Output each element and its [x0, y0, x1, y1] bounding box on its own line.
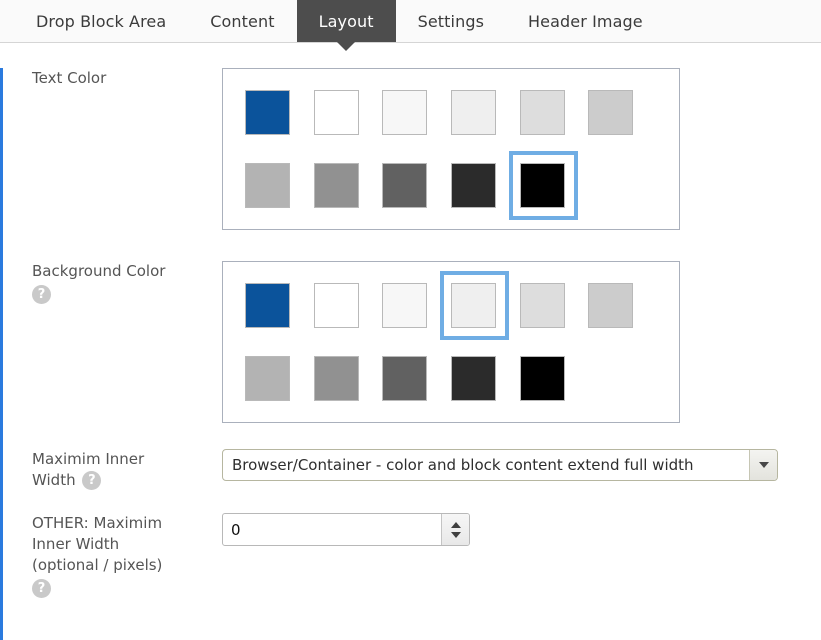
select-selected-value: Browser/Container - color and block cont… — [223, 450, 749, 480]
swatch-cell-empty — [588, 162, 657, 209]
tab-settings[interactable]: Settings — [396, 0, 506, 42]
swatch-cell-white[interactable] — [314, 282, 383, 329]
field-max-inner-width: Maximim Inner Width ? Browser/Container … — [3, 449, 821, 491]
background-color-label: Background Color ? — [3, 261, 222, 304]
swatch-row — [245, 162, 657, 209]
swatch-cell-silver[interactable] — [588, 89, 657, 136]
label-text: Text Color — [32, 69, 106, 87]
tab-label: Layout — [319, 12, 374, 31]
background-color-swatch-panel — [222, 261, 680, 423]
tab-layout[interactable]: Layout — [297, 0, 396, 42]
layout-settings-panel: Text Color — [0, 68, 821, 640]
color-swatch[interactable] — [382, 163, 427, 208]
label-text-line3: (optional / pixels) — [32, 556, 162, 574]
stepper-buttons — [441, 514, 469, 545]
max-inner-width-select[interactable]: Browser/Container - color and block cont… — [222, 449, 778, 481]
label-text: Background Color — [32, 262, 165, 280]
swatch-cell-near-white[interactable] — [382, 282, 451, 329]
swatch-cell-gray-400[interactable] — [245, 162, 314, 209]
swatch-cell-silver[interactable] — [588, 282, 657, 329]
color-swatch[interactable] — [451, 283, 496, 328]
other-max-inner-width-label: OTHER: Maximim Inner Width (optional / p… — [3, 513, 222, 598]
text-color-label: Text Color — [3, 68, 222, 89]
tab-label: Settings — [418, 12, 484, 31]
other-max-inner-width-stepper[interactable] — [222, 513, 470, 546]
caret-up-icon — [451, 522, 461, 528]
help-icon[interactable]: ? — [32, 579, 51, 598]
tab-bar: Drop Block Area Content Layout Settings … — [0, 0, 821, 43]
text-color-swatch-panel — [222, 68, 680, 230]
tab-content[interactable]: Content — [188, 0, 296, 42]
field-background-color: Background Color ? — [3, 261, 821, 423]
stepper-increment-button[interactable] — [442, 514, 469, 530]
color-swatch[interactable] — [451, 90, 496, 135]
swatch-cell-black-selected[interactable] — [520, 162, 589, 209]
select-dropdown-button[interactable] — [749, 450, 777, 480]
swatch-cell-lighter-gray[interactable] — [451, 89, 520, 136]
tab-label: Drop Block Area — [36, 12, 166, 31]
tab-label: Header Image — [528, 12, 643, 31]
label-text-line1: Maximim Inner — [32, 450, 144, 468]
swatch-cell-gray-500[interactable] — [314, 355, 383, 402]
color-swatch[interactable] — [245, 283, 290, 328]
swatch-row — [245, 355, 657, 402]
caret-down-icon — [451, 532, 461, 538]
swatch-cell-empty — [588, 355, 657, 402]
swatch-cell-gray-400[interactable] — [245, 355, 314, 402]
color-swatch[interactable] — [382, 283, 427, 328]
swatch-cell-gray-500[interactable] — [314, 162, 383, 209]
color-swatch[interactable] — [314, 283, 359, 328]
swatch-cell-white[interactable] — [314, 89, 383, 136]
tab-label: Content — [210, 12, 274, 31]
color-swatch[interactable] — [314, 356, 359, 401]
swatch-cell-blue[interactable] — [245, 89, 314, 136]
swatch-cell-gray-800[interactable] — [451, 355, 520, 402]
swatch-cell-blue[interactable] — [245, 282, 314, 329]
color-swatch[interactable] — [451, 163, 496, 208]
swatch-cell-gray-600[interactable] — [382, 162, 451, 209]
swatch-row — [245, 89, 657, 136]
tab-header-image[interactable]: Header Image — [506, 0, 665, 42]
color-swatch[interactable] — [245, 90, 290, 135]
color-swatch[interactable] — [588, 283, 633, 328]
color-swatch[interactable] — [314, 90, 359, 135]
stepper-decrement-button[interactable] — [442, 530, 469, 546]
field-text-color: Text Color — [3, 68, 821, 230]
other-max-inner-width-input[interactable] — [223, 514, 441, 545]
swatch-cell-light-gray[interactable] — [520, 89, 589, 136]
color-swatch[interactable] — [520, 356, 565, 401]
swatch-row — [245, 282, 657, 329]
swatch-cell-black[interactable] — [520, 355, 589, 402]
color-swatch[interactable] — [520, 163, 565, 208]
color-swatch[interactable] — [245, 163, 290, 208]
field-other-max-inner-width: OTHER: Maximim Inner Width (optional / p… — [3, 513, 821, 598]
color-swatch[interactable] — [520, 283, 565, 328]
tab-drop-block-area[interactable]: Drop Block Area — [14, 0, 188, 42]
swatch-cell-gray-600[interactable] — [382, 355, 451, 402]
color-swatch[interactable] — [520, 90, 565, 135]
color-swatch[interactable] — [382, 356, 427, 401]
swatch-cell-lighter-gray-selected[interactable] — [451, 282, 520, 329]
chevron-down-icon — [759, 462, 769, 468]
color-swatch[interactable] — [451, 356, 496, 401]
color-swatch[interactable] — [382, 90, 427, 135]
swatch-cell-light-gray[interactable] — [520, 282, 589, 329]
label-text-line2: Inner Width — [32, 535, 119, 553]
help-icon[interactable]: ? — [32, 285, 51, 304]
swatch-cell-near-white[interactable] — [382, 89, 451, 136]
color-swatch[interactable] — [314, 163, 359, 208]
max-inner-width-label: Maximim Inner Width ? — [3, 449, 222, 491]
swatch-cell-gray-800[interactable] — [451, 162, 520, 209]
label-text-line1: OTHER: Maximim — [32, 514, 162, 532]
help-icon[interactable]: ? — [82, 471, 101, 490]
active-tab-pointer-icon — [337, 42, 355, 51]
color-swatch[interactable] — [588, 90, 633, 135]
color-swatch[interactable] — [245, 356, 290, 401]
label-text-line2: Width — [32, 471, 76, 489]
